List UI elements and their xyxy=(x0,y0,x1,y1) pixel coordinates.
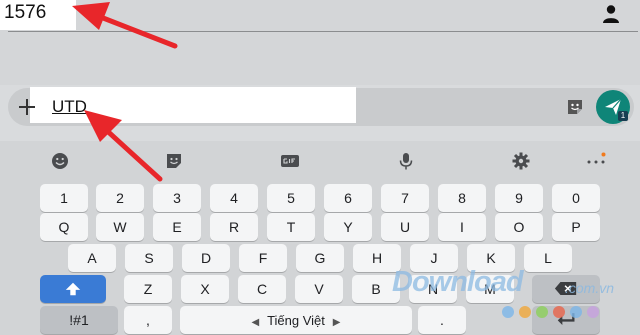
key-z[interactable]: Z xyxy=(124,275,172,303)
key-y[interactable]: Y xyxy=(324,213,372,241)
key-s[interactable]: S xyxy=(125,244,173,272)
key-7[interactable]: 7 xyxy=(381,184,429,212)
recipient-divider xyxy=(8,31,638,32)
comma-key[interactable]: , xyxy=(124,306,172,334)
recipient-field[interactable]: 1576 xyxy=(0,0,76,30)
contact-icon[interactable] xyxy=(602,4,620,24)
symbols-key[interactable]: !#1 xyxy=(40,306,118,334)
key-a[interactable]: A xyxy=(68,244,116,272)
key-4[interactable]: 4 xyxy=(210,184,258,212)
key-q[interactable]: Q xyxy=(40,213,88,241)
chevron-left-icon: ◀ xyxy=(251,317,260,328)
key-u[interactable]: U xyxy=(381,213,429,241)
microphone-icon[interactable] xyxy=(396,151,416,171)
settings-icon[interactable] xyxy=(511,151,531,171)
more-options-icon[interactable] xyxy=(586,151,606,171)
recipient-area xyxy=(0,0,640,85)
key-f[interactable]: F xyxy=(239,244,287,272)
shift-key[interactable] xyxy=(40,275,106,303)
watermark-dots xyxy=(502,306,599,318)
key-3[interactable]: 3 xyxy=(153,184,201,212)
key-9[interactable]: 9 xyxy=(495,184,543,212)
watermark-domain: .com.vn xyxy=(565,280,615,296)
key-e[interactable]: E xyxy=(153,213,201,241)
key-v[interactable]: V xyxy=(295,275,343,303)
key-c[interactable]: C xyxy=(238,275,286,303)
send-badge: 1 xyxy=(618,111,628,121)
key-o[interactable]: O xyxy=(495,213,543,241)
key-8[interactable]: 8 xyxy=(438,184,486,212)
key-g[interactable]: G xyxy=(296,244,344,272)
key-5[interactable]: 5 xyxy=(267,184,315,212)
sticker-icon[interactable] xyxy=(565,97,585,117)
sticker-keyboard-icon[interactable] xyxy=(164,151,184,171)
key-i[interactable]: I xyxy=(438,213,486,241)
key-6[interactable]: 6 xyxy=(324,184,372,212)
key-p[interactable]: P xyxy=(552,213,600,241)
emoji-icon[interactable] xyxy=(50,151,70,171)
key-x[interactable]: X xyxy=(181,275,229,303)
key-d[interactable]: D xyxy=(182,244,230,272)
key-0[interactable]: 0 xyxy=(552,184,600,212)
plus-icon[interactable] xyxy=(16,96,38,118)
gif-icon[interactable] xyxy=(280,151,300,171)
space-bar-label: Tiếng Việt xyxy=(267,313,325,328)
shift-arrow-icon xyxy=(65,282,81,296)
key-w[interactable]: W xyxy=(96,213,144,241)
key-l[interactable]: L xyxy=(524,244,572,272)
send-button[interactable]: 1 xyxy=(596,90,630,124)
key-t[interactable]: T xyxy=(267,213,315,241)
key-r[interactable]: R xyxy=(210,213,258,241)
chevron-right-icon: ▶ xyxy=(332,317,341,328)
watermark-logo: Download xyxy=(392,266,524,298)
key-2[interactable]: 2 xyxy=(96,184,144,212)
space-bar[interactable]: ◀ Tiếng Việt ▶ xyxy=(180,306,412,334)
period-key[interactable]: . xyxy=(418,306,466,334)
message-text: UTD xyxy=(52,97,87,116)
recipient-number: 1576 xyxy=(4,2,47,23)
key-1[interactable]: 1 xyxy=(40,184,88,212)
